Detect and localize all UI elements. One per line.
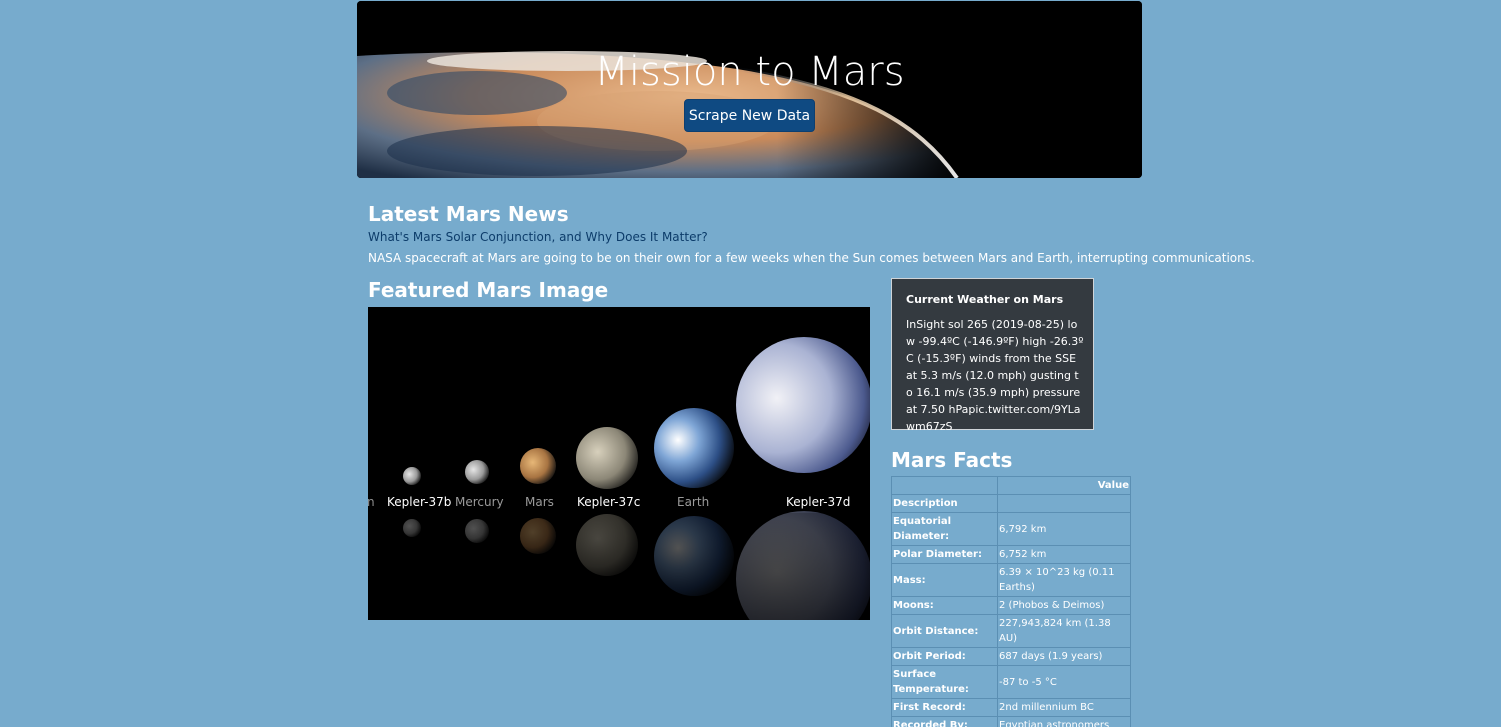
header-banner: Mission to Mars — [357, 1, 1142, 178]
table-header-row: Value — [891, 476, 1131, 495]
weather-title: Current Weather on Mars — [906, 293, 1064, 306]
table-row: Moons: 2 (Phobos & Deimos) — [891, 596, 1131, 615]
news-heading: Latest Mars News — [368, 202, 569, 226]
planet-label: Mercury — [455, 495, 504, 509]
news-paragraph: NASA spacecraft at Mars are going to be … — [368, 251, 1255, 265]
fact-label: Orbit Distance: — [891, 614, 998, 648]
fact-value: 227,943,824 km (1.38 AU) — [997, 614, 1131, 648]
table-row: Mass: 6.39 × 10^23 kg (0.11 Earths) — [891, 563, 1131, 597]
planets-illustration — [368, 307, 870, 620]
fact-label: Surface Temperature: — [891, 665, 998, 699]
planet-label: Kepler-37c — [577, 495, 641, 509]
mars-facts-heading: Mars Facts — [891, 448, 1013, 472]
planet-label: Kepler-37d — [786, 495, 851, 509]
table-index-cell — [997, 494, 1131, 513]
table-header-cell — [891, 476, 998, 495]
fact-value: 6,792 km — [997, 512, 1131, 546]
page: Mission to Mars Scrape New Data Latest M… — [0, 0, 1501, 727]
fact-value: 2nd millennium BC — [997, 698, 1131, 717]
fact-value: 687 days (1.9 years) — [997, 647, 1131, 666]
featured-image-heading: Featured Mars Image — [368, 278, 609, 302]
fact-label: Mass: — [891, 563, 998, 597]
table-header-value: Value — [997, 476, 1131, 495]
table-row: Equatorial Diameter: 6,792 km — [891, 512, 1131, 546]
planet-label: Kepler-37b — [387, 495, 452, 509]
fact-value: 2 (Phobos & Deimos) — [997, 596, 1131, 615]
table-row: First Record: 2nd millennium BC — [891, 698, 1131, 717]
table-row: Polar Diameter: 6,752 km — [891, 545, 1131, 564]
fact-value: 6.39 × 10^23 kg (0.11 Earths) — [997, 563, 1131, 597]
fact-label: Equatorial Diameter: — [891, 512, 998, 546]
mars-facts-table: Value Description Equatorial Diameter: 6… — [891, 476, 1131, 727]
fact-value: Egyptian astronomers — [997, 716, 1131, 727]
table-index-row: Description — [891, 494, 1131, 513]
featured-mars-image[interactable]: n Kepler-37b Mercury Mars Kepler-37c Ear… — [368, 307, 870, 620]
fact-label: Recorded By: — [891, 716, 998, 727]
planet-label: Mars — [525, 495, 554, 509]
table-index-label: Description — [891, 494, 998, 513]
news-title-link[interactable]: What's Mars Solar Conjunction, and Why D… — [368, 230, 708, 244]
fact-label: Moons: — [891, 596, 998, 615]
planet-label: Earth — [677, 495, 710, 509]
weather-card: Current Weather on Mars InSight sol 265 … — [891, 278, 1094, 433]
page-title: Mission to Mars — [594, 49, 905, 95]
scrape-new-data-button[interactable]: Scrape New Data — [684, 99, 815, 132]
planet-label: n — [368, 495, 375, 509]
fact-value: 6,752 km — [997, 545, 1131, 564]
fact-label: Polar Diameter: — [891, 545, 998, 564]
table-row: Orbit Distance: 227,943,824 km (1.38 AU) — [891, 614, 1131, 648]
fact-label: Orbit Period: — [891, 647, 998, 666]
table-row: Surface Temperature: -87 to -5 °C — [891, 665, 1131, 699]
table-row: Recorded By: Egyptian astronomers — [891, 716, 1131, 727]
fact-label: First Record: — [891, 698, 998, 717]
weather-text: InSight sol 265 (2019-08-25) low -99.4ºC… — [906, 318, 1084, 433]
fact-value: -87 to -5 °C — [997, 665, 1131, 699]
table-row: Orbit Period: 687 days (1.9 years) — [891, 647, 1131, 666]
